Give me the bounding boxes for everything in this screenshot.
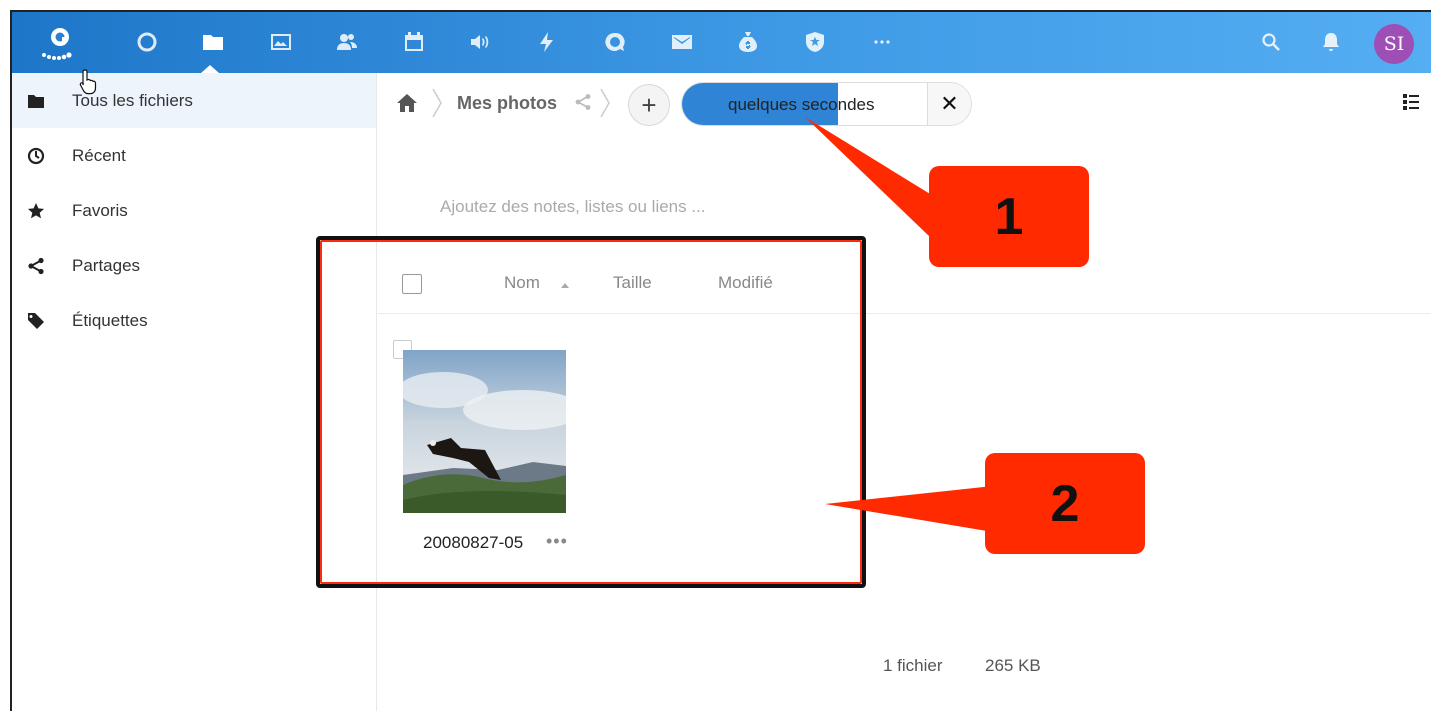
app-logo-icon[interactable] xyxy=(38,22,82,66)
chevron-right-icon xyxy=(600,88,610,118)
hand-cursor-icon xyxy=(79,69,97,95)
clock-icon xyxy=(24,146,48,166)
sidebar-item-label: Favoris xyxy=(72,200,128,220)
image-icon[interactable] xyxy=(268,29,294,55)
callout-2: 2 xyxy=(985,453,1145,554)
activity-icon[interactable] xyxy=(534,29,560,55)
view-toggle-icon[interactable] xyxy=(1402,93,1420,111)
audio-icon[interactable] xyxy=(468,29,494,55)
avatar[interactable]: SI xyxy=(1374,24,1414,64)
contacts-icon[interactable] xyxy=(334,29,360,55)
callout-1-pointer xyxy=(805,117,935,237)
annotation-highlight-box xyxy=(316,236,866,588)
home-icon[interactable] xyxy=(396,93,418,113)
money-bag-icon[interactable] xyxy=(735,29,761,55)
top-navigation-bar: SI xyxy=(12,12,1431,73)
bell-icon[interactable] xyxy=(1318,29,1344,55)
share-icon[interactable] xyxy=(574,93,592,111)
sidebar-item-recent[interactable]: Récent xyxy=(12,128,376,183)
tag-icon xyxy=(24,311,48,331)
plus-icon: + xyxy=(641,89,657,120)
sidebar-item-label: Partages xyxy=(72,255,141,275)
shield-icon[interactable] xyxy=(802,29,828,55)
summary-total-size: 265 KB xyxy=(985,656,1041,675)
more-icon[interactable] xyxy=(869,29,895,55)
star-icon xyxy=(24,201,48,221)
sidebar-item-all-files[interactable]: Tous les fichiers xyxy=(12,73,376,128)
callout-1: 1 xyxy=(929,166,1089,267)
share-icon xyxy=(24,256,48,276)
folder-icon xyxy=(24,91,48,111)
circle-icon[interactable] xyxy=(134,29,160,55)
chevron-right-icon xyxy=(432,88,442,118)
close-icon: ✕ xyxy=(940,91,959,116)
summary-file-count: 1 fichier xyxy=(883,656,943,675)
mail-icon[interactable] xyxy=(669,29,695,55)
folder-icon[interactable] xyxy=(200,29,226,55)
calendar-icon[interactable] xyxy=(401,29,427,55)
notes-placeholder[interactable]: Ajoutez des notes, listes ou liens ... xyxy=(440,197,706,217)
sidebar-item-favorites[interactable]: Favoris xyxy=(12,183,376,238)
callout-2-pointer xyxy=(825,486,993,532)
sidebar-item-label: Étiquettes xyxy=(72,310,148,330)
sidebar-item-label: Récent xyxy=(72,145,126,165)
breadcrumb-current-folder[interactable]: Mes photos xyxy=(457,93,557,114)
active-tab-indicator xyxy=(201,65,219,73)
search-icon[interactable] xyxy=(1258,29,1284,55)
talk-icon[interactable] xyxy=(602,29,628,55)
new-button[interactable]: + xyxy=(628,84,670,126)
